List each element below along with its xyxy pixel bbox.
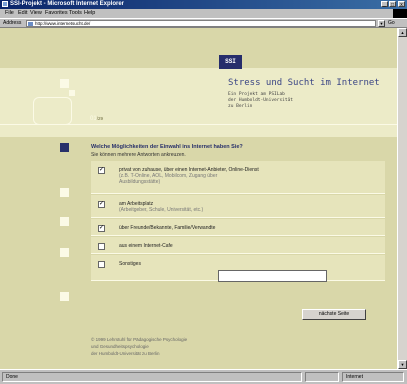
ie-app-icon[interactable]: [2, 1, 8, 7]
option-label: über Freunde/Bekannte, Familie/Verwandte: [119, 225, 216, 231]
close-button[interactable]: x: [398, 1, 405, 8]
option-label: aus einem Internet-Cafe: [119, 243, 173, 249]
decor-square: [60, 292, 69, 301]
status-pane: [305, 372, 339, 382]
question-title: Welche Möglichkeiten der Einwahl ins Int…: [91, 144, 243, 150]
address-label: Address: [3, 20, 22, 26]
windows-logo-icon: [393, 9, 407, 18]
next-page-button[interactable]: nächste Seite: [302, 309, 366, 320]
menu-file[interactable]: File: [5, 10, 14, 16]
footer-line-3: der Humboldt-Universität zu Berlin: [91, 351, 160, 356]
decor-square: [60, 217, 69, 226]
option-checkbox[interactable]: [98, 243, 105, 250]
decor-outline-box: [33, 97, 72, 125]
window-title: SSI-Projekt - Microsoft Internet Explore…: [10, 1, 125, 7]
option-label: Sonstiges: [119, 261, 141, 267]
option-label: am Arbeitsplatz (Arbeitgeber, Schule, Un…: [119, 201, 204, 213]
footer-line-2: und Gesundheitspsychologie: [91, 344, 149, 349]
zone-indicator: Internet: [342, 372, 404, 382]
minimize-button[interactable]: _: [381, 1, 388, 8]
option-checkbox[interactable]: ✓: [98, 225, 105, 232]
subtitle-line-1: Ein Projekt am PSILab: [228, 92, 285, 97]
ssi-logo[interactable]: SSI: [219, 55, 242, 69]
address-url: http://www.internetsucht.de/: [35, 21, 91, 26]
address-dropdown-button[interactable]: ▼: [378, 20, 385, 27]
option-row[interactable]: ✓ über Freunde/Bekannte, Familie/Verwand…: [91, 219, 385, 236]
scroll-down-icon[interactable]: ▼: [398, 360, 407, 369]
title-bar: SSI-Projekt - Microsoft Internet Explore…: [0, 0, 407, 9]
menu-tools[interactable]: Tools: [69, 10, 82, 16]
option-checkbox[interactable]: [98, 261, 105, 268]
menu-view[interactable]: View: [30, 10, 42, 16]
decor-square: [60, 248, 69, 257]
decor-square: [60, 188, 69, 197]
option-checkbox[interactable]: ✓: [98, 167, 105, 174]
decor-square: [69, 90, 75, 96]
maximize-button[interactable]: □: [389, 1, 396, 8]
question-marker: [60, 143, 69, 152]
page-progress: 01/29: [90, 116, 103, 122]
vertical-scrollbar[interactable]: ▲ ▼: [397, 28, 407, 369]
progress-total: /29: [96, 116, 103, 121]
option-label: privat von zuhause, über einen Internet-…: [119, 167, 259, 185]
menu-help[interactable]: Help: [84, 10, 95, 16]
progress-current: 01: [90, 116, 97, 122]
site-title: Stress und Sucht im Internet: [228, 78, 380, 88]
option-row[interactable]: aus einem Internet-Cafe: [91, 237, 385, 254]
progress-divider: [0, 124, 397, 125]
go-button[interactable]: Go: [388, 20, 395, 26]
menu-favorites[interactable]: Favorites: [45, 10, 68, 16]
option-row[interactable]: ✓ privat von zuhause, über einen Interne…: [91, 161, 385, 194]
page-icon: [28, 22, 33, 26]
address-input[interactable]: http://www.internetsucht.de/: [26, 20, 376, 27]
scroll-up-icon[interactable]: ▲: [398, 28, 407, 37]
status-bar: Done Internet: [0, 369, 407, 384]
page-content: SSI Stress und Sucht im Internet Ein Pro…: [0, 28, 397, 369]
status-text: Done: [2, 372, 302, 382]
subtitle-line-3: zu Berlin: [228, 104, 253, 109]
option-checkbox[interactable]: ✓: [98, 201, 105, 208]
question-hint: Sie können mehrere Antworten ankreuzen.: [91, 152, 186, 158]
footer-line-1: © 1999 Lehrstuhl für Pädagogische Psycho…: [91, 337, 188, 342]
address-bar: Address http://www.internetsucht.de/ ▼ G…: [0, 18, 407, 28]
menu-edit[interactable]: Edit: [18, 10, 27, 16]
menu-bar: File Edit View Favorites Tools Help: [0, 9, 407, 18]
subtitle-line-2: der Humboldt-Universität: [228, 98, 294, 103]
option-row[interactable]: ✓ am Arbeitsplatz (Arbeitgeber, Schule, …: [91, 195, 385, 218]
decor-square: [60, 79, 69, 88]
other-text-input[interactable]: [218, 270, 327, 282]
